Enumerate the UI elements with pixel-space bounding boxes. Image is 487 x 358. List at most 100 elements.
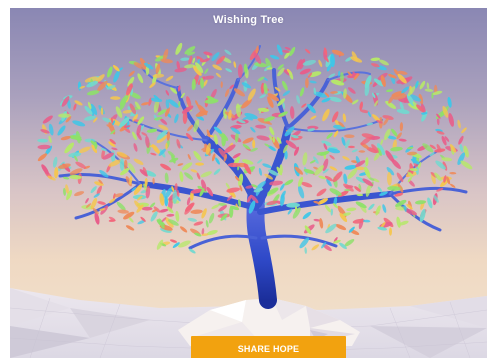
leaf [205,220,209,228]
leaf [367,111,372,118]
leaf [441,135,447,146]
leaf [133,158,144,165]
leaf [113,70,120,83]
leaf [165,142,168,150]
leaf [461,127,467,134]
leaf [282,102,286,109]
leaf [52,156,58,168]
leaf [184,172,194,180]
leaf [399,122,404,132]
leaf [326,132,333,139]
leaf [458,135,464,145]
leaf [302,211,312,220]
leaf [325,223,337,234]
leaf [211,153,216,162]
leaf [175,42,183,55]
leaf [190,169,198,173]
leaf [215,157,220,165]
leaf [204,68,209,75]
leaf [302,152,308,166]
leaf [460,160,473,170]
leaf [448,113,455,127]
leaf [60,136,71,141]
leaf [329,188,342,196]
leaf [193,150,202,162]
leaf [42,115,53,124]
leaf [316,188,327,197]
leaf [150,97,163,103]
leaf [258,167,263,176]
leaf [301,103,307,108]
leaf [299,87,305,97]
leaf [398,138,407,142]
leaf [328,96,342,103]
leaf [195,162,204,166]
leaf [424,88,434,92]
leaf [329,166,338,171]
leaf [262,163,272,169]
leaf [77,81,82,91]
leaf [228,109,232,120]
leaf [195,100,199,107]
leaf [41,164,49,175]
leaf [150,152,157,156]
leaf [310,115,317,120]
leaf [296,95,301,104]
leaf [282,90,291,97]
leaf [319,218,324,229]
leaf [37,153,48,162]
leaf [264,143,270,147]
canvas-frame: Wishing Tree SHARE HOPE [10,8,487,358]
leaf [311,244,320,251]
leaf [429,152,435,157]
leaf [233,61,237,68]
leaf [141,132,148,137]
leaf [179,171,184,182]
leaf [426,82,430,90]
leaf [384,128,391,141]
leaf [111,147,118,151]
leaf [368,203,375,211]
leaf [305,48,311,54]
leaf [375,205,381,216]
leaf [125,225,135,231]
leaf [224,49,232,56]
leaf [321,140,332,146]
leaf [48,123,54,136]
leaf [343,173,348,185]
leaf [74,191,85,197]
share-hope-button[interactable]: SHARE HOPE [191,336,346,358]
leaf [175,210,180,222]
leaf [322,108,330,122]
leaf [213,168,221,175]
leaf [160,163,172,171]
leaf [318,59,323,68]
leaf [237,64,243,79]
leaf [284,179,294,186]
leaf [203,75,215,80]
leaf [188,248,196,254]
leaf [110,96,121,100]
leaf [242,143,251,150]
leaf [37,138,48,143]
leaf [57,125,66,136]
leaf [382,204,387,213]
leaf [305,77,309,89]
leaf [347,87,356,94]
leaf [208,212,215,224]
leaf [212,64,223,71]
leaf [174,113,179,124]
leaf [97,201,106,205]
leaf [358,150,366,153]
leaf [192,57,196,64]
leaf [269,54,280,60]
leaf [54,167,59,179]
leaf [215,72,222,78]
leaf [250,126,256,133]
leaf [386,89,394,93]
leaf [128,217,134,223]
leaf [227,162,241,168]
leaf [64,142,75,154]
leaf [119,158,125,171]
leaf [313,156,319,164]
